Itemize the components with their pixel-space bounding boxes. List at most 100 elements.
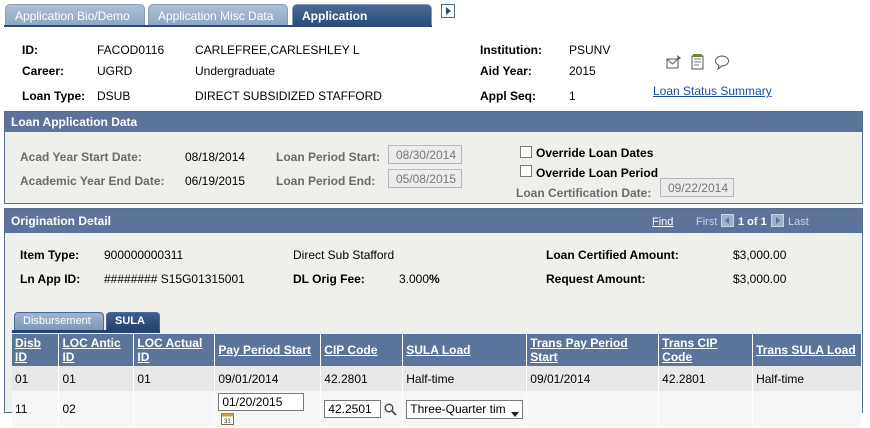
col-disb-id[interactable]: Disb ID bbox=[12, 334, 60, 366]
cell-trans-pay-period-start bbox=[526, 391, 660, 428]
col-loc-antic-id[interactable]: LOC Antic ID bbox=[58, 334, 135, 366]
override-loan-dates-checkbox[interactable] bbox=[520, 146, 532, 158]
request-amount-value: $3,000.00 bbox=[733, 272, 787, 286]
dl-orig-fee-label: DL Orig Fee: bbox=[293, 272, 365, 286]
col-loc-actual-id[interactable]: LOC Actual ID bbox=[133, 334, 216, 366]
acad-start-label: Acad Year Start Date: bbox=[20, 150, 142, 164]
aid-year-label: Aid Year: bbox=[480, 64, 532, 78]
loan-type-desc: DIRECT SUBSIDIZED STAFFORD bbox=[195, 89, 382, 103]
calendar-icon[interactable]: 31 bbox=[221, 412, 235, 426]
cell-trans-pay-period-start: 09/01/2014 bbox=[526, 366, 660, 391]
acad-end-value: 06/19/2015 bbox=[185, 174, 246, 188]
col-trans-sula-load[interactable]: Trans SULA Load bbox=[752, 334, 862, 366]
dl-orig-fee-number: 3.000 bbox=[399, 272, 430, 286]
loan-certified-amount-label: Loan Certified Amount: bbox=[546, 248, 679, 262]
override-loan-period-checkbox[interactable] bbox=[520, 165, 532, 177]
appl-seq-value: 1 bbox=[569, 89, 576, 103]
chevron-down-icon bbox=[511, 407, 520, 421]
table-row: 01 01 01 09/01/2014 42.2801 Half-time 09… bbox=[12, 366, 862, 391]
last-arrow-icon[interactable] bbox=[771, 214, 784, 227]
tab-application-misc-data[interactable]: Application Misc Data bbox=[148, 4, 288, 26]
acad-start-value: 08/18/2014 bbox=[185, 150, 246, 164]
sula-load-selected-value: Three-Quarter tim bbox=[410, 401, 506, 416]
col-trans-cip-code[interactable]: Trans CIP Code bbox=[658, 334, 754, 366]
aid-year-value: 2015 bbox=[569, 64, 596, 78]
last-label: Last bbox=[788, 216, 809, 228]
cert-date-label: Loan Certification Date: bbox=[516, 186, 652, 200]
override-loan-dates-label: Override Loan Dates bbox=[536, 146, 654, 160]
id-label: ID: bbox=[22, 43, 38, 57]
institution-value: PSUNV bbox=[569, 43, 611, 57]
period-start-label: Loan Period Start: bbox=[276, 150, 381, 164]
col-cip-code[interactable]: CIP Code bbox=[320, 334, 404, 366]
cell-cip-code: 42.2801 bbox=[320, 366, 404, 391]
institution-label: Institution: bbox=[480, 43, 542, 57]
dl-orig-fee-value: 3.000% bbox=[399, 272, 440, 286]
cell-cip-code: 42.2501 bbox=[320, 391, 404, 428]
ln-app-id-value: ######## S15G01315001 bbox=[104, 272, 245, 286]
loan-application-title: Loan Application Data bbox=[5, 112, 862, 132]
loan-status-summary-link[interactable]: Loan Status Summary bbox=[653, 84, 772, 98]
svg-text:31: 31 bbox=[224, 419, 231, 425]
loan-period-start-field: 08/30/2014 bbox=[388, 145, 462, 164]
tab-underline bbox=[4, 25, 432, 27]
sula-grid: Disb ID LOC Antic ID LOC Actual ID Pay P… bbox=[12, 334, 862, 428]
notepad-icon[interactable] bbox=[690, 54, 706, 70]
tab-application-bio-demo[interactable]: Application Bio/Demo bbox=[5, 4, 145, 26]
override-loan-period-label: Override Loan Period bbox=[536, 166, 659, 180]
cip-code-input[interactable]: 42.2501 bbox=[324, 400, 382, 419]
student-name: CARLEFREE,CARLESHLEY L bbox=[195, 43, 360, 57]
cell-trans-sula-load bbox=[752, 391, 862, 428]
cell-loc-actual-id bbox=[133, 391, 216, 428]
item-type-desc: Direct Sub Stafford bbox=[293, 248, 395, 262]
row-count: 1 of 1 bbox=[738, 216, 767, 228]
period-end-label: Loan Period End: bbox=[276, 174, 376, 188]
acad-end-label: Academic Year End Date: bbox=[20, 174, 165, 188]
cell-disb-id: 11 bbox=[12, 391, 60, 428]
loan-period-end-field: 05/08/2015 bbox=[388, 169, 462, 188]
cell-loc-actual-id: 01 bbox=[133, 366, 216, 391]
item-type-label: Item Type: bbox=[20, 248, 80, 262]
mail-icon[interactable] bbox=[666, 54, 682, 70]
loan-certified-amount-value: $3,000.00 bbox=[733, 248, 787, 262]
cell-pay-period-start: 01/20/2015 31 bbox=[214, 391, 322, 428]
subtab-underline bbox=[12, 330, 160, 333]
loan-cert-date-field: 09/22/2014 bbox=[660, 178, 734, 197]
subtab-disbursement[interactable]: Disbursement bbox=[14, 312, 104, 330]
request-amount-label: Request Amount: bbox=[546, 272, 646, 286]
cell-sula-load: Half-time bbox=[402, 366, 528, 391]
item-type-value: 900000000311 bbox=[104, 248, 184, 262]
table-row: 11 02 01/20/2015 31 42.2501 Three-Quarter… bbox=[12, 391, 862, 428]
find-link[interactable]: Find bbox=[652, 216, 673, 228]
career-desc: Undergraduate bbox=[195, 64, 276, 78]
next-tab-arrow-icon[interactable] bbox=[441, 4, 455, 18]
ln-app-id-label: Ln App ID: bbox=[20, 272, 81, 286]
first-label: First bbox=[696, 216, 718, 228]
grid-header-row: Disb ID LOC Antic ID LOC Actual ID Pay P… bbox=[12, 334, 862, 366]
first-arrow-icon[interactable] bbox=[721, 214, 734, 227]
cell-trans-sula-load: Half-time bbox=[752, 366, 862, 391]
lookup-icon[interactable] bbox=[384, 403, 397, 416]
cell-pay-period-start: 09/01/2014 bbox=[214, 366, 322, 391]
loan-type-value: DSUB bbox=[97, 89, 131, 103]
cell-trans-cip-code: 42.2801 bbox=[658, 366, 754, 391]
cell-trans-cip-code bbox=[658, 391, 754, 428]
comment-icon[interactable] bbox=[714, 54, 730, 71]
col-pay-period-start[interactable]: Pay Period Start bbox=[214, 334, 322, 366]
sula-load-select[interactable]: Three-Quarter tim bbox=[406, 399, 524, 421]
col-trans-pay-period-start[interactable]: Trans Pay Period Start bbox=[526, 334, 660, 366]
pay-period-start-input[interactable]: 01/20/2015 bbox=[218, 393, 305, 411]
subtab-sula[interactable]: SULA bbox=[106, 312, 160, 330]
col-sula-load[interactable]: SULA Load bbox=[402, 334, 528, 366]
career-label: Career: bbox=[22, 64, 65, 78]
tab-application-financial[interactable]: Application Financial bbox=[292, 4, 432, 37]
cell-sula-load: Three-Quarter tim bbox=[402, 391, 528, 428]
dl-orig-fee-unit: % bbox=[429, 272, 440, 286]
id-value: FACOD0116 bbox=[97, 43, 165, 57]
loan-type-label: Loan Type: bbox=[22, 89, 86, 103]
cell-disb-id: 01 bbox=[12, 366, 60, 391]
cell-loc-antic-id: 02 bbox=[58, 391, 135, 428]
appl-seq-label: Appl Seq: bbox=[480, 89, 536, 103]
cell-loc-antic-id: 01 bbox=[58, 366, 135, 391]
career-value: UGRD bbox=[97, 64, 133, 78]
